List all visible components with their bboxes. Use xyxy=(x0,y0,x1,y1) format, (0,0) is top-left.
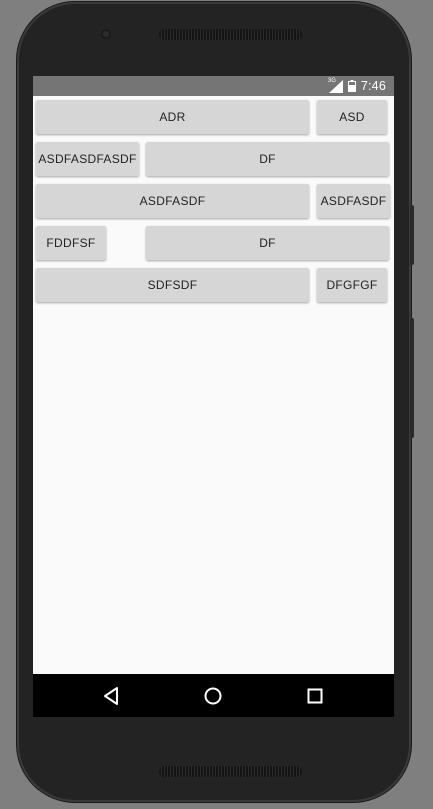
button-asdfasdf-side[interactable]: ASDFASDF xyxy=(317,184,390,218)
back-icon[interactable] xyxy=(101,685,123,707)
button-adr[interactable]: ADR xyxy=(36,100,309,134)
status-icons: 3G 7:46 xyxy=(327,77,386,94)
volume-rocker[interactable] xyxy=(410,318,414,438)
top-speaker-grille xyxy=(159,29,302,40)
button-asdfasdf-main[interactable]: ASDFASDF xyxy=(36,184,309,218)
battery-icon xyxy=(347,80,356,92)
button-df-2[interactable]: DF xyxy=(146,226,389,260)
button-dfgfgf[interactable]: DFGFGF xyxy=(317,268,387,302)
bottom-speaker-grille xyxy=(159,766,302,777)
button-asdfasdfasdf[interactable]: ASDFASDFASDF xyxy=(36,142,139,176)
button-sdfsdf[interactable]: SDFSDF xyxy=(36,268,309,302)
button-df-1[interactable]: DF xyxy=(146,142,389,176)
device-screen: 3G 7:46 ADR ASD ASDFASDFASDF DF ASDFASDF… xyxy=(33,76,394,717)
status-clock: 7:46 xyxy=(360,79,386,93)
signal-icon: 3G xyxy=(327,77,343,93)
network-type-label: 3G xyxy=(327,77,336,84)
navigation-bar xyxy=(33,674,394,717)
front-camera xyxy=(101,29,111,39)
status-bar: 3G 7:46 xyxy=(33,76,394,96)
button-fddfsf[interactable]: FDDFSF xyxy=(36,226,106,260)
recents-icon[interactable] xyxy=(304,685,326,707)
button-asd[interactable]: ASD xyxy=(317,100,387,134)
button-grid: ADR ASD ASDFASDFASDF DF ASDFASDF ASDFASD… xyxy=(33,96,394,674)
power-button[interactable] xyxy=(410,205,414,265)
home-icon[interactable] xyxy=(202,685,224,707)
